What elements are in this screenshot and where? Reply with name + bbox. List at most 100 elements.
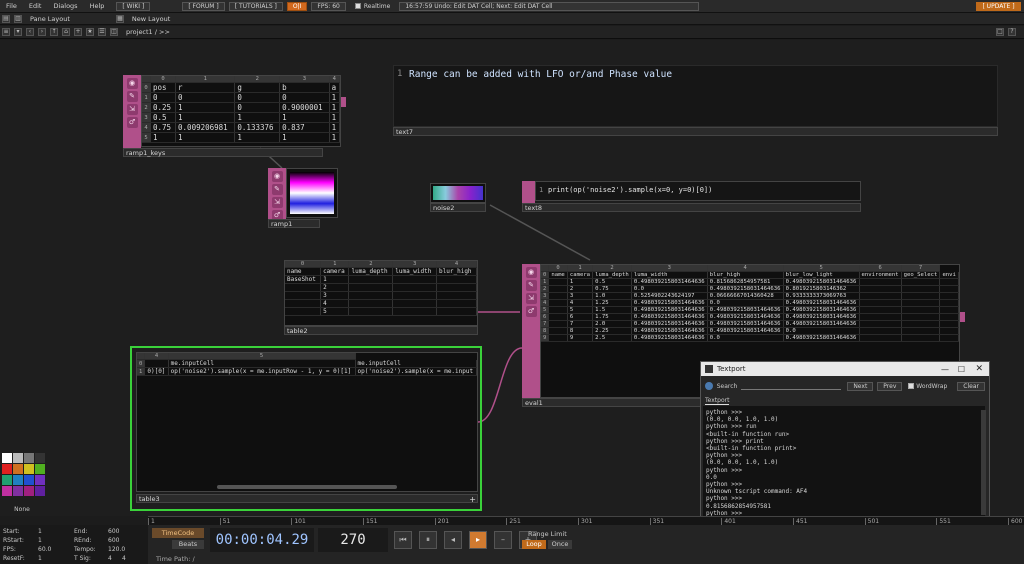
next-button[interactable]: Next [847, 381, 874, 391]
table-cell[interactable]: 8 [567, 327, 594, 335]
table-cell[interactable]: 0.75 [150, 122, 177, 133]
row-header[interactable]: 4 [142, 122, 152, 133]
table-cell[interactable]: me.inputCell [355, 359, 477, 368]
table-cell[interactable]: 2.25 [592, 327, 632, 335]
table-cell[interactable]: 4 [320, 299, 350, 308]
table-cell[interactable] [285, 291, 322, 300]
ramp1-keys-cook-icon[interactable]: ♂ [126, 117, 138, 128]
table-cell[interactable] [548, 327, 568, 335]
palette-none-label[interactable]: None [0, 506, 44, 513]
table-cell[interactable]: 2 [567, 285, 594, 293]
row-header[interactable]: 8 [541, 327, 550, 335]
table-cell[interactable] [392, 299, 438, 308]
table-cell[interactable] [901, 278, 941, 286]
forum-button[interactable]: [ FORUM ] [182, 1, 225, 11]
color-swatch[interactable] [2, 464, 12, 474]
row-header[interactable]: 0 [142, 82, 152, 93]
table-cell[interactable] [859, 334, 902, 342]
eval1-viewer-icon[interactable]: ◉ [525, 267, 537, 278]
text7-content[interactable]: Range can be added with LFO or/and Phase… [409, 69, 672, 80]
table-cell[interactable]: 1 [329, 102, 340, 113]
row-header[interactable]: 6 [541, 313, 550, 321]
row-header[interactable]: 2 [142, 102, 152, 113]
table-cell[interactable]: 0.4980392158031464636 [631, 278, 708, 286]
table-cell[interactable] [901, 327, 941, 335]
table-cell[interactable]: 3 [320, 291, 350, 300]
node-text7[interactable]: 1 Range can be added with LFO or/and Pha… [393, 65, 998, 137]
eval1-output[interactable] [960, 312, 965, 322]
table-cell[interactable]: 0.0 [707, 334, 784, 342]
table-cell[interactable] [859, 306, 902, 314]
play-icon[interactable]: ▸ [469, 531, 487, 549]
clear-button[interactable]: Clear [957, 381, 985, 391]
pane-split-vertical-icon[interactable]: ▥ [14, 14, 22, 23]
table-cell[interactable]: 1 [150, 132, 177, 143]
table-cell[interactable] [859, 320, 902, 328]
table-cell[interactable]: 0)[0] [144, 367, 169, 376]
pane-layout-label[interactable]: Pane Layout [24, 15, 76, 23]
realtime-toggle[interactable]: Realtime [350, 2, 396, 11]
ramp1-keys-pin-icon[interactable]: ⇲ [126, 104, 138, 115]
timecode-button[interactable]: TimeCode [152, 528, 204, 538]
table-cell[interactable]: 0.4980392158031464636 [631, 313, 708, 321]
table-cell[interactable]: 1 [175, 112, 236, 123]
pane-type-icon[interactable]: ≡ [2, 28, 10, 36]
row-header[interactable]: 3 [541, 292, 550, 300]
table-cell[interactable]: 0.4980392158031464636 [707, 313, 784, 321]
table-cell[interactable]: camera [567, 271, 594, 279]
table-cell[interactable] [939, 327, 959, 335]
textport-tab[interactable]: Textport [705, 397, 730, 405]
table-cell[interactable]: 2 [320, 283, 350, 292]
table-cell[interactable] [285, 283, 322, 292]
color-swatch[interactable] [35, 486, 45, 496]
network-icon[interactable]: ◫ [110, 28, 118, 36]
table-cell[interactable]: 1 [567, 278, 594, 286]
tsig-numerator[interactable]: 4 [108, 555, 112, 562]
table-cell[interactable] [859, 285, 902, 293]
prev-button[interactable]: Prev [877, 381, 903, 391]
table-cell[interactable]: 0.9333333373069763 [783, 292, 860, 300]
table-cell[interactable] [436, 307, 477, 316]
pane-maximize-icon[interactable]: □ [996, 28, 1004, 36]
table-cell[interactable]: 1 [320, 275, 350, 284]
loop-button[interactable]: Loop [522, 540, 546, 549]
table-cell[interactable]: 0.4980392158031464636 [631, 327, 708, 335]
node-noise2[interactable]: noise2 [430, 183, 493, 213]
eval1-cook-icon[interactable]: ♂ [525, 306, 537, 317]
table-cell[interactable]: 2.0 [592, 320, 632, 328]
pane-help-icon[interactable]: ? [1008, 28, 1016, 36]
table-cell[interactable]: b [279, 82, 330, 93]
list-icon[interactable]: ☰ [98, 28, 106, 36]
row-header[interactable]: 7 [541, 320, 550, 328]
fps-value[interactable]: 60.0 [38, 546, 51, 553]
table-cell[interactable]: 0.4980392158031464636 [631, 306, 708, 314]
table-cell[interactable]: 0.4980392158031464636 [783, 278, 860, 286]
search-input[interactable] [741, 382, 842, 390]
table-cell[interactable]: 0.4980392158031464636 [707, 306, 784, 314]
table-cell[interactable] [939, 299, 959, 307]
tutorials-button[interactable]: [ TUTORIALS ] [228, 1, 283, 11]
row-header[interactable]: 1 [142, 92, 152, 103]
beats-button[interactable]: Beats [172, 540, 204, 549]
color-swatch[interactable] [13, 464, 23, 474]
table-cell[interactable]: 1 [329, 132, 340, 143]
table-cell[interactable] [939, 306, 959, 314]
table-cell[interactable]: 0.8019215803146362 [783, 285, 860, 293]
add-icon[interactable]: + [74, 28, 82, 36]
text7-editor[interactable]: 1 Range can be added with LFO or/and Pha… [393, 65, 998, 127]
table-cell[interactable] [348, 299, 394, 308]
table-cell[interactable]: 4 [567, 299, 594, 307]
back-icon[interactable]: ‹ [26, 28, 34, 36]
table-cell[interactable] [436, 275, 477, 284]
menu-help[interactable]: Help [84, 2, 111, 10]
table-cell[interactable] [939, 313, 959, 321]
pane-split-icon[interactable]: ▤ [2, 14, 10, 23]
table-cell[interactable] [348, 291, 394, 300]
layout-grid-icon[interactable]: ▦ [115, 14, 124, 23]
ramp1-viewer-icon[interactable]: ◉ [271, 171, 283, 182]
table-cell[interactable] [901, 320, 941, 328]
table-cell[interactable] [859, 278, 902, 286]
text8-content[interactable]: print(op('noise2').sample(x=0, y=0)[0]) [548, 186, 712, 194]
timeline-ruler[interactable]: 1 51 101 151 201 251 301 351 401 451 501 551 600 [148, 516, 1024, 525]
color-swatch[interactable] [24, 486, 34, 496]
